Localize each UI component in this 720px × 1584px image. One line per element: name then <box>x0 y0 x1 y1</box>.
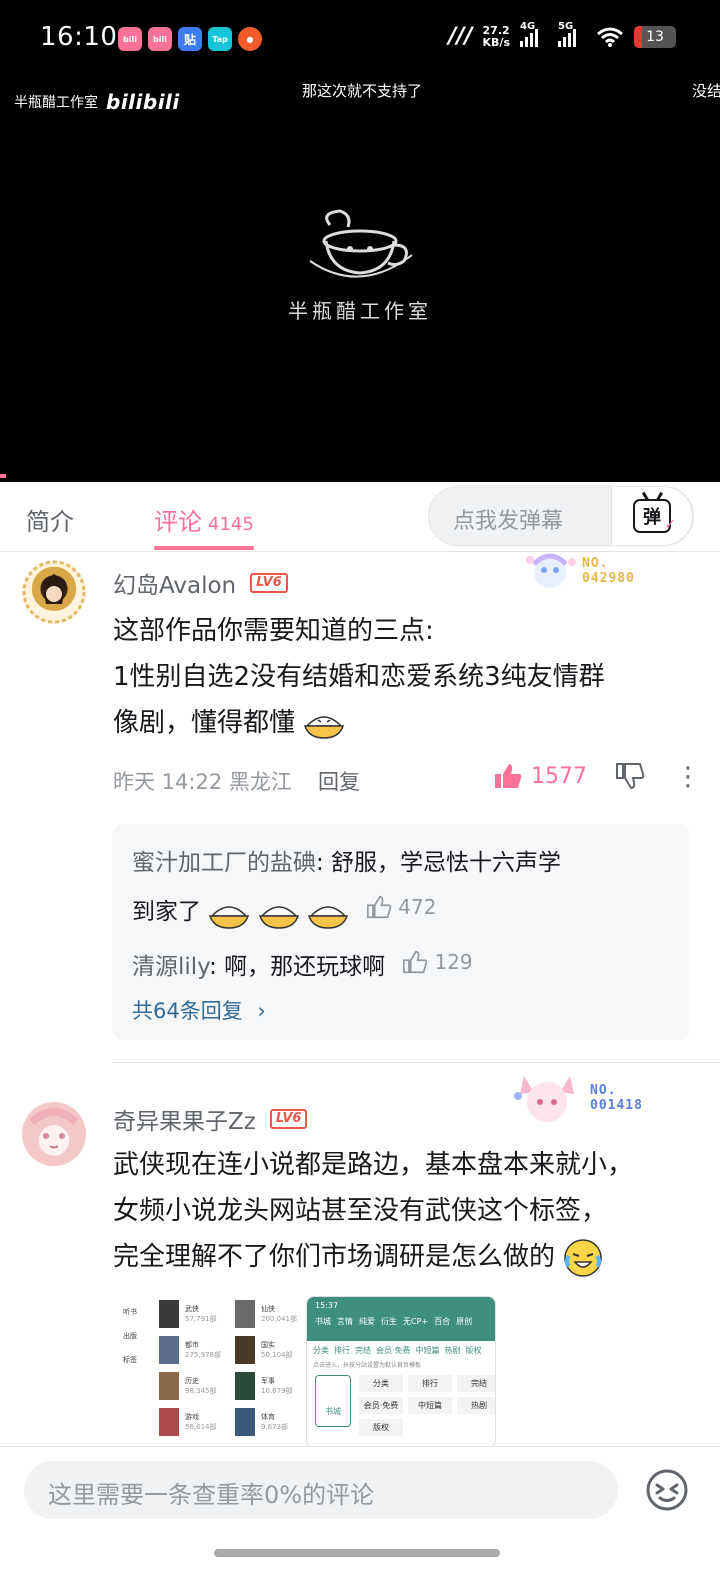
comment-content: 这部作品你需要知道的三点: 1性别自选2没有结婚和恋爱系统3纯友情群 像剧，懂得… <box>113 616 605 739</box>
reply-button[interactable]: 回复 <box>318 766 360 796</box>
fan-badge: NO. 042980 <box>520 550 635 592</box>
tab-comments[interactable]: 评论 4145 <box>154 502 254 537</box>
tieba-app-icon: 贴 <box>178 27 202 51</box>
status-right: /// 27.2 KB/s 4G 5G 13 <box>448 21 676 49</box>
emoji-picker-icon[interactable] <box>644 1467 690 1513</box>
net-speed: 27.2 KB/s <box>482 23 510 49</box>
home-indicator[interactable] <box>214 1549 500 1557</box>
bilibili-app-icon: bili <box>148 27 172 51</box>
chevron-right-icon: › <box>257 999 266 1023</box>
danmaku-text: 没结 <box>692 82 720 100</box>
studio-logo: 半瓶醋工作室 <box>280 205 440 324</box>
like-button[interactable]: 1577 <box>493 762 587 790</box>
taptap-app-icon: Tap <box>208 27 232 51</box>
comment-count: 4145 <box>208 514 254 535</box>
avatar[interactable] <box>22 1102 86 1166</box>
tab-bar: 简介 评论 4145 点我发弹幕 弹 ✓ <box>0 482 720 552</box>
thumbs-up-icon <box>495 764 522 788</box>
logo-title: 半瓶醋工作室 <box>288 299 432 323</box>
reply-like-button[interactable]: 472 <box>366 882 436 932</box>
video-progress-bar[interactable] <box>0 474 6 478</box>
reply-item[interactable]: 清源lily: 啊，那还玩球啊 129 <box>132 937 670 992</box>
dislike-button[interactable] <box>615 762 645 795</box>
comment-content: 武侠现在连小说都是路边，基本盘本来就小， 女频小说龙头网站甚至没有武侠这个标签，… <box>113 1142 713 1280</box>
reply-like-button[interactable]: 129 <box>402 937 473 987</box>
video-player[interactable]: 16:10 bili bili 贴 Tap ● /// 27.2 KB/s 4G… <box>0 0 720 482</box>
comment-username[interactable]: 幻岛Avalon LV6 <box>113 566 288 600</box>
danmaku-text: 那这次就不支持了 <box>302 82 423 100</box>
danmaku-toggle-button[interactable]: 弹 ✓ <box>611 486 693 546</box>
comment-image-attachment[interactable]: 听书 出版 标签 武侠 57,791部 都市 275,978部 历史 98,345部 … <box>113 1296 503 1448</box>
fan-badge: NO. 001418 <box>512 1070 643 1126</box>
reply-item[interactable]: 蜜汁加工厂的盐碘: 舒服，学忌怯十六声学 <box>132 838 670 888</box>
bun-emoji-icon <box>307 898 349 929</box>
comment-divider <box>112 1062 720 1063</box>
tab-active-indicator <box>154 546 254 550</box>
video-watermark: 半瓶醋工作室 bilibili <box>14 90 180 114</box>
battery-icon: 13 <box>634 25 676 48</box>
fan-badge-avatar-icon <box>514 1076 574 1122</box>
game-app-icon: ● <box>238 27 262 51</box>
danmaku-input[interactable]: 点我发弹幕 弹 ✓ <box>428 486 694 546</box>
comment-date: 昨天 14:22 黑龙江 <box>113 770 292 794</box>
notification-icons: bili bili 贴 Tap ● <box>118 27 262 51</box>
wifi-icon <box>597 27 623 47</box>
signal-4g-icon: 4G <box>520 21 548 47</box>
comment-compose-bar: 这里需要一条查重率0%的评论 <box>0 1446 720 1584</box>
check-icon: ✓ <box>664 517 676 533</box>
like-count: 1577 <box>531 763 587 789</box>
more-options-icon[interactable]: ⋮ <box>675 762 701 792</box>
comment-meta: 昨天 14:22 黑龙江 回复 1577 ⋮ <box>113 760 703 800</box>
thumbs-down-icon <box>616 763 645 790</box>
avatar[interactable] <box>22 560 86 624</box>
bun-emoji-icon <box>258 898 300 929</box>
reply-item-cont: 到家了 472 <box>132 882 670 937</box>
bilibili-app-icon: bili <box>118 27 142 51</box>
attachment-image-left[interactable]: 听书 出版 标签 武侠 57,791部 都市 275,978部 历史 98,345部 … <box>113 1296 298 1448</box>
nfc-icon: /// <box>448 24 473 49</box>
tab-intro[interactable]: 简介 <box>26 502 74 537</box>
cup-logo-icon <box>309 209 413 278</box>
level-badge: LV6 <box>250 573 288 593</box>
thumbs-up-icon <box>367 895 392 919</box>
status-bar: 16:10 bili bili 贴 Tap ● /// 27.2 KB/s 4G… <box>0 0 720 80</box>
comment-username[interactable]: 奇异果果子Zz LV6 <box>113 1102 308 1136</box>
laughing-crying-emoji-icon <box>563 1238 603 1278</box>
fan-badge-avatar-icon <box>526 553 576 588</box>
status-time: 16:10 <box>40 22 118 52</box>
reply-preview[interactable]: 蜜汁加工厂的盐碘: 舒服，学忌怯十六声学 到家了 472 清源lily: 啊，那… <box>112 824 690 1040</box>
comment-input[interactable]: 这里需要一条查重率0%的评论 <box>24 1461 618 1519</box>
signal-5g-icon: 5G <box>558 21 586 47</box>
level-badge: LV6 <box>269 1109 308 1129</box>
thumbs-up-icon <box>403 950 428 974</box>
view-all-replies-link[interactable]: 共64条回复 › <box>132 992 670 1030</box>
attachment-image-right[interactable]: 15:37 书城 言情 纯爱 衍生 无CP+ 百合 原创 分类 排行 完结 会员·免费 中短篇 热剧版… <box>306 1296 496 1448</box>
bun-emoji-icon <box>208 898 250 929</box>
bun-emoji-icon <box>303 709 345 739</box>
